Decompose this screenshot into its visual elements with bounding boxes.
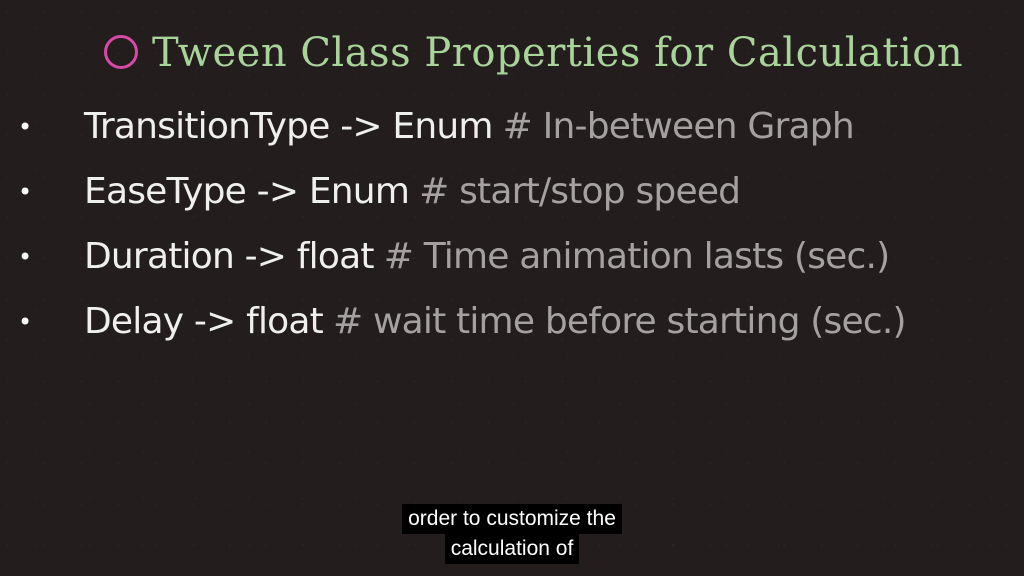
property-list: • TransitionType -> Enum # In-between Gr… (18, 94, 1018, 354)
property-comment: # Time animation lasts (sec.) (383, 236, 891, 277)
property-comment: # start/stop speed (419, 171, 741, 212)
bullet-icon: • (18, 307, 33, 336)
property-text: Duration -> float (84, 236, 374, 277)
subtitle-caption: order to customize the calculation of (0, 504, 1024, 564)
property-text: Delay -> float (84, 301, 324, 342)
list-item: • Delay -> float # wait time before star… (18, 289, 1018, 354)
property-text: EaseType -> Enum (84, 171, 410, 212)
list-item: • TransitionType -> Enum # In-between Gr… (18, 94, 1018, 159)
slide: Tween Class Properties for Calculation •… (0, 0, 1024, 576)
caption-line: calculation of (444, 534, 580, 564)
list-item: • EaseType -> Enum # start/stop speed (18, 159, 1018, 224)
caption-line: order to customize the (402, 504, 622, 534)
bullet-icon: • (18, 112, 33, 141)
bullet-icon: • (18, 177, 33, 206)
property-comment: # In-between Graph (502, 106, 855, 147)
slide-title: Tween Class Properties for Calculation (152, 30, 964, 76)
list-item: • Duration -> float # Time animation las… (18, 224, 1018, 289)
property-comment: # wait time before starting (sec.) (332, 301, 907, 342)
title-row: Tween Class Properties for Calculation (104, 18, 963, 88)
property-text: TransitionType -> Enum (84, 106, 493, 147)
circle-bullet-icon (104, 35, 138, 69)
bullet-icon: • (18, 242, 33, 271)
